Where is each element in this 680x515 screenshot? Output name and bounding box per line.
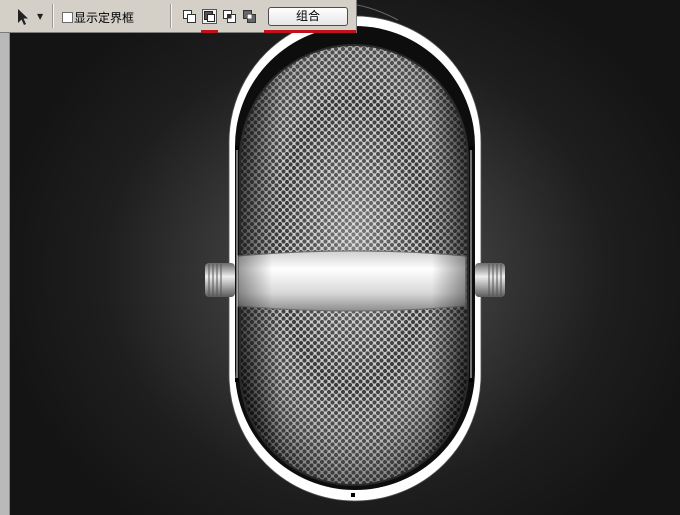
options-toolbar: ▼ 显示定界框 组合 xyxy=(0,0,357,33)
subtract-from-shape-area-icon[interactable] xyxy=(202,9,217,24)
show-bounding-box-label: 显示定界框 xyxy=(74,11,135,25)
combine-underline xyxy=(264,30,356,33)
show-bounding-box-checkbox[interactable] xyxy=(62,12,73,23)
combine-button[interactable]: 组合 xyxy=(268,7,348,26)
arrow-pointer-icon[interactable] xyxy=(16,8,30,26)
toolbar-divider xyxy=(52,4,54,28)
microphone-artwork xyxy=(205,1,505,502)
add-to-shape-area-icon[interactable] xyxy=(182,9,197,24)
exclude-overlapping-shape-areas-icon[interactable] xyxy=(242,9,257,24)
triangle-down-icon[interactable]: ▼ xyxy=(37,12,43,21)
toolbar-divider xyxy=(170,4,172,28)
intersect-shape-areas-icon[interactable] xyxy=(222,9,237,24)
selected-mode-underline xyxy=(201,30,218,33)
